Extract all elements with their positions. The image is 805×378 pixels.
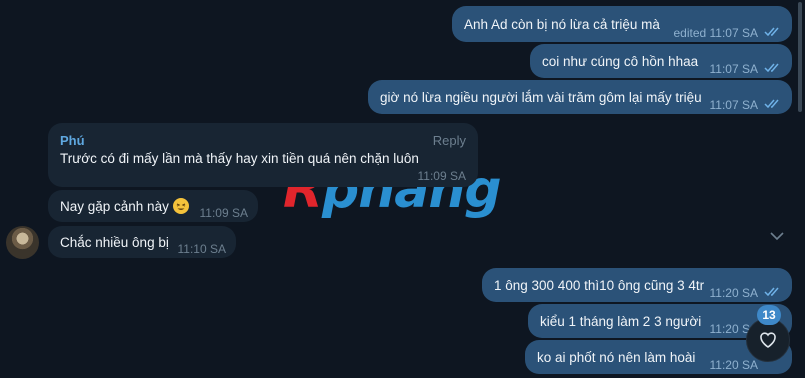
message-bubble[interactable]: Nay gặp cảnh này 11:09 SA	[48, 190, 258, 222]
message-bubble[interactable]: 1 ông 300 400 thì10 ông cũng 3 4tr 11:20…	[482, 268, 792, 302]
message-text: Trước có đi mấy lần mà thấy hay xin tiền…	[60, 151, 419, 166]
message-bubble[interactable]: coi như cúng cô hồn hhaa 11:07 SA	[530, 44, 792, 78]
message-text: Anh Ad còn bị nó lừa cả triệu mà	[464, 17, 660, 32]
chat-area: Rphang Anh Ad còn bị nó lừa cả triệu mà …	[0, 0, 805, 378]
scrollbar[interactable]	[798, 2, 802, 112]
message-text: Nay gặp cảnh này	[60, 199, 169, 214]
squint-laugh-emoji	[172, 198, 189, 214]
message-time: 11:20 SA	[709, 358, 758, 372]
message-time: 11:09 SA	[417, 169, 466, 183]
message-time: edited 11:07 SA	[673, 26, 758, 40]
double-check-icon	[764, 63, 779, 73]
message-text: giờ nó lừa ngiều người lắm vài trăm gôm …	[380, 90, 702, 105]
double-check-icon	[764, 27, 779, 37]
message-text: kiểu 1 tháng làm 2 3 người	[540, 314, 702, 329]
message-text: coi như cúng cô hồn hhaa	[542, 54, 699, 69]
message-time: 11:09 SA	[199, 206, 248, 220]
chevron-down-icon[interactable]	[769, 230, 785, 242]
message-bubble[interactable]: Phú Reply Trước có đi mấy lần mà thấy ha…	[48, 123, 478, 187]
sender-name[interactable]: Phú	[60, 132, 85, 150]
double-check-icon	[764, 287, 779, 297]
message-time: 11:10 SA	[177, 242, 226, 256]
message-text: ko ai phốt nó nên làm hoài	[537, 350, 696, 365]
message-time: 11:07 SA	[709, 98, 758, 112]
message-bubble[interactable]: giờ nó lừa ngiều người lắm vài trăm gôm …	[368, 80, 792, 114]
message-bubble[interactable]: Anh Ad còn bị nó lừa cả triệu mà edited …	[452, 6, 792, 42]
heart-icon	[760, 332, 776, 348]
message-text: 1 ông 300 400 thì10 ông cũng 3 4tr	[494, 278, 705, 293]
double-check-icon	[764, 99, 779, 109]
message-time: 11:07 SA	[709, 62, 758, 76]
message-text: Chắc nhiều ông bị	[60, 235, 169, 250]
avatar[interactable]	[6, 226, 39, 259]
message-text-row: Nay gặp cảnh này	[60, 198, 189, 216]
unread-badge[interactable]: 13	[757, 305, 781, 325]
reply-button[interactable]: Reply	[433, 132, 466, 150]
message-bubble[interactable]: Chắc nhiều ông bị 11:10 SA	[48, 226, 236, 258]
message-time: 11:20 SA	[709, 286, 758, 300]
